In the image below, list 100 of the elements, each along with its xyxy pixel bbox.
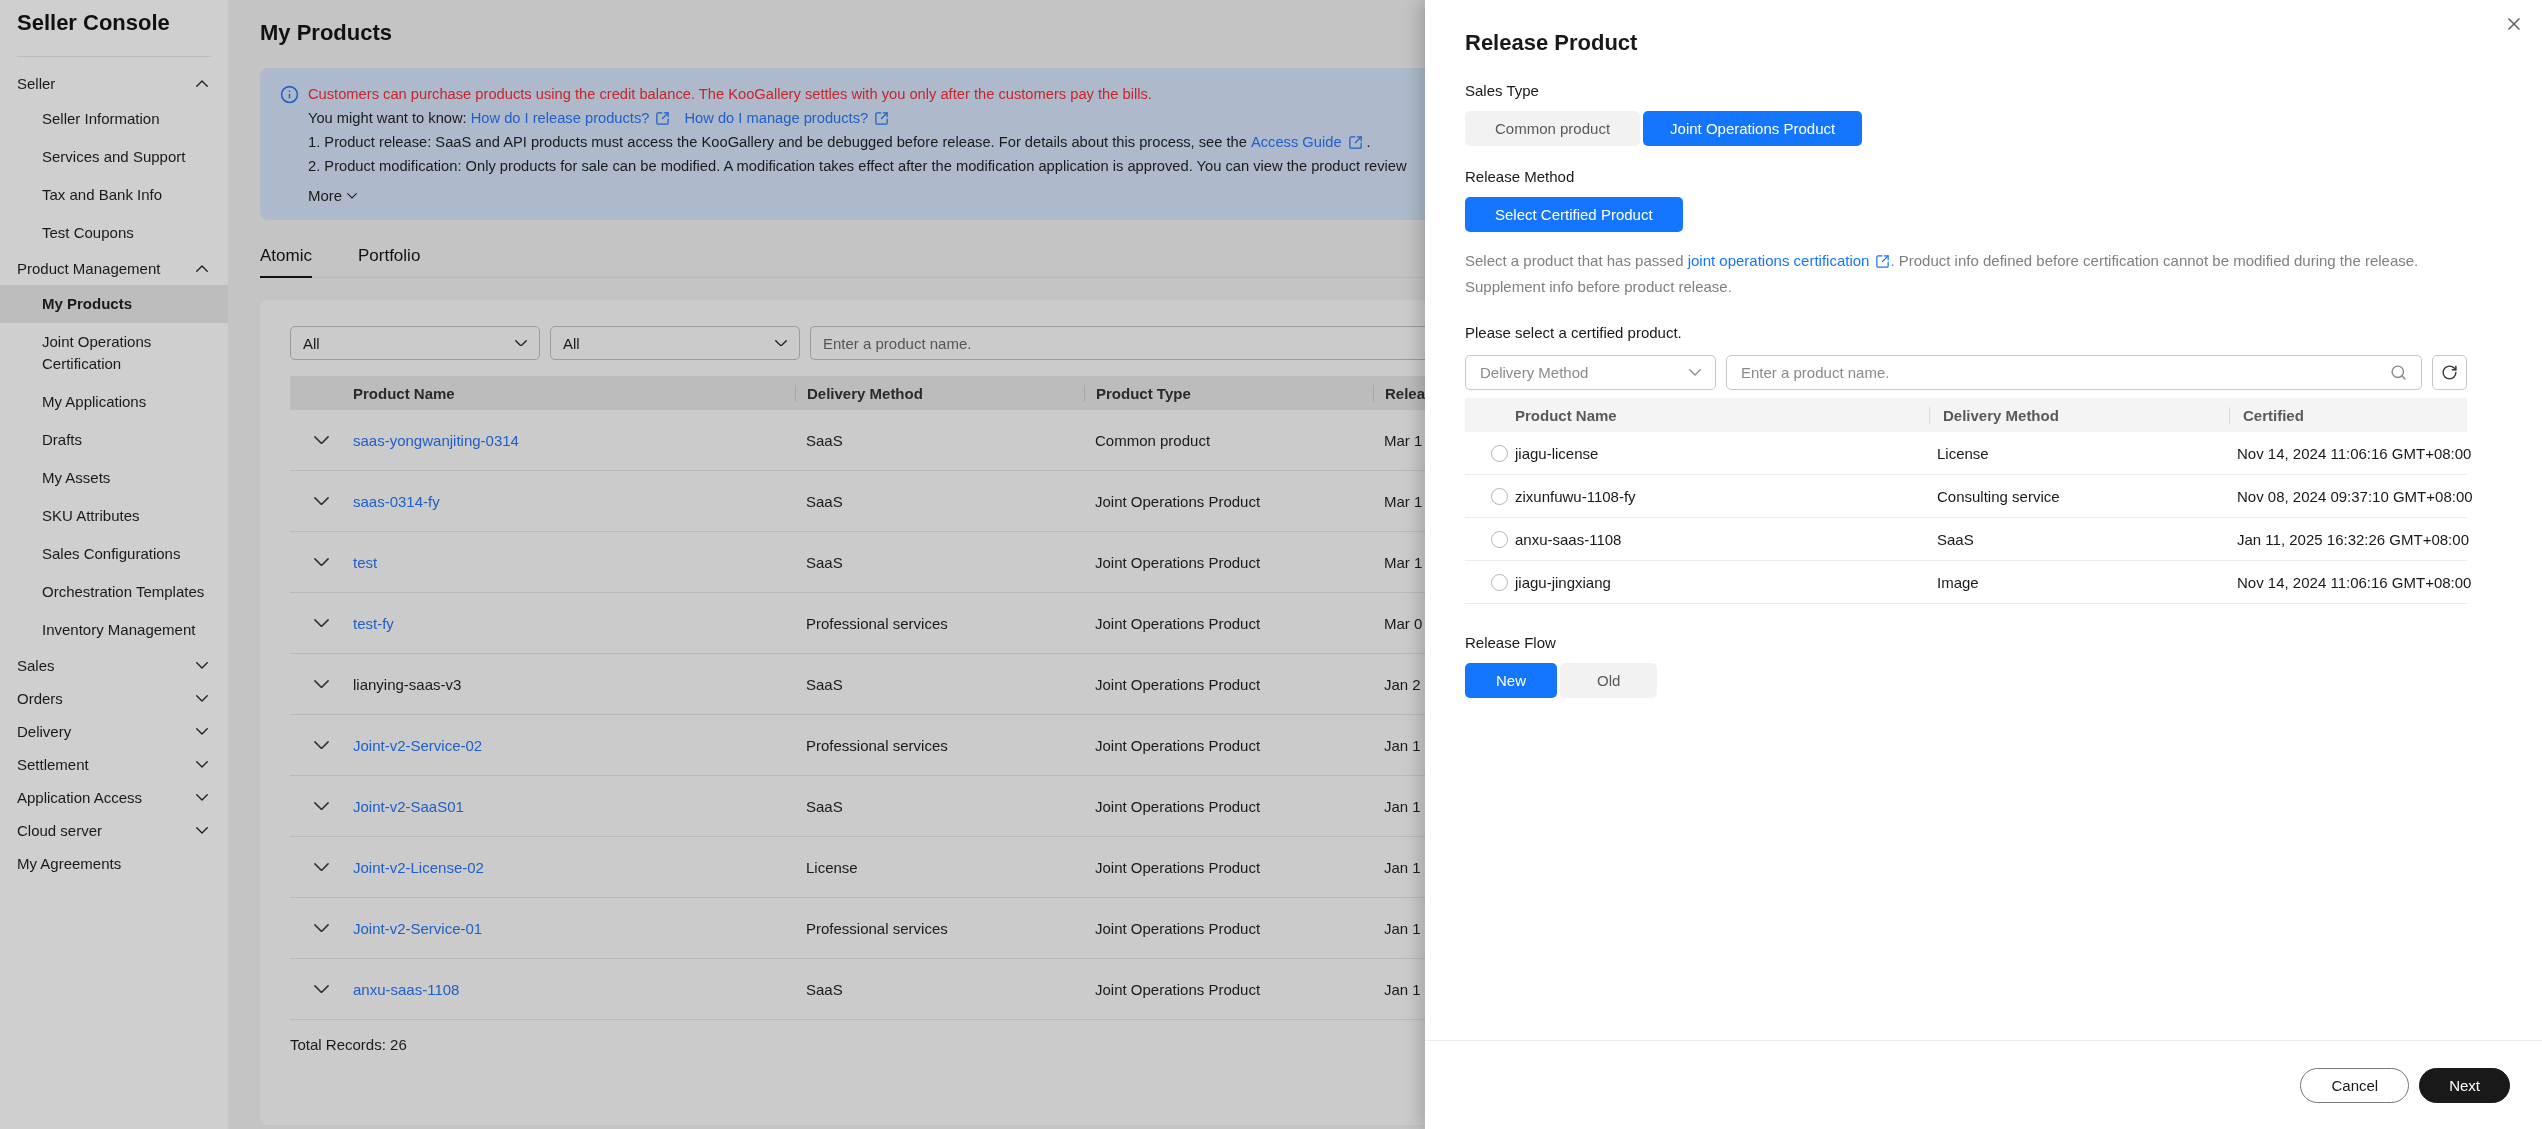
product-link[interactable]: Joint-v2-SaaS01	[353, 797, 795, 815]
table-cell-text: lianying-saas-v3	[353, 675, 463, 693]
more-button[interactable]: More	[308, 184, 358, 208]
column-header: Product Name	[1515, 406, 1618, 424]
radio-button[interactable]	[1490, 573, 1508, 591]
table-cell-text: Joint Operations Product	[1094, 797, 1262, 815]
sidebar-item[interactable]: Services and Support	[0, 138, 228, 176]
radio-button[interactable]	[1490, 444, 1508, 462]
table-cell-text: Consulting service	[1936, 487, 2061, 505]
notice-text: 2. Product modification: Only products for sale can be modified. A modification takes effect after the modification application is approved. You can view the product review	[308, 157, 1407, 176]
table-cell-text: Professional services	[805, 919, 949, 937]
product-link[interactable]: Joint-v2-Service-01	[353, 919, 795, 937]
external-link-icon	[1347, 134, 1363, 150]
sidebar-item[interactable]: Seller Information	[0, 100, 228, 138]
tab[interactable]: Atomic	[260, 240, 312, 278]
product-link[interactable]: Joint-v2-Service-02	[353, 736, 795, 754]
chevron-down-icon	[196, 695, 208, 702]
table-cell-text: Joint Operations Product	[1094, 675, 1262, 693]
sales-type-option[interactable]: Joint Operations Product	[1643, 111, 1863, 146]
sidebar-item[interactable]: SKU Attributes	[0, 497, 228, 535]
expand-icon[interactable]	[314, 862, 329, 872]
table-cell-text: Joint Operations Product	[1094, 614, 1262, 632]
sidebar-item[interactable]: My Applications	[0, 383, 228, 421]
sidebar-group[interactable]: Application Access	[0, 781, 228, 814]
chevron-up-icon	[196, 265, 208, 272]
product-link[interactable]: anxu-saas-1108	[353, 980, 795, 998]
release-flow-option[interactable]: New	[1465, 663, 1557, 698]
column-header: Certified	[2229, 406, 2467, 424]
table-cell-text: Joint Operations Product	[1094, 858, 1262, 876]
delivery-method-select[interactable]: Delivery Method	[1465, 355, 1716, 390]
table-cell-text: Professional services	[805, 736, 949, 754]
table-cell-text: SaaS	[805, 675, 844, 693]
product-link[interactable]: test	[353, 553, 795, 571]
expand-icon[interactable]	[314, 496, 329, 506]
search-field[interactable]: Enter a product name.	[810, 326, 1425, 360]
table-cell-text: Professional services	[805, 614, 949, 632]
table-cell-text: Nov 08, 2024 09:37:10 GMT+08:00	[2236, 487, 2473, 505]
sidebar-group[interactable]: Product Management	[0, 252, 228, 285]
expand-icon[interactable]	[314, 801, 329, 811]
expand-icon[interactable]	[314, 740, 329, 750]
expand-icon[interactable]	[314, 618, 329, 628]
select-certified-button[interactable]: Select Certified Product	[1465, 197, 1683, 232]
table-cell-text: Mar 0	[1383, 614, 1424, 632]
chevron-down-icon	[775, 339, 787, 347]
tab[interactable]: Portfolio	[357, 240, 421, 278]
filter-select[interactable]: All	[290, 326, 540, 360]
cancel-button[interactable]: Cancel	[2300, 1067, 2410, 1103]
sales-type-option[interactable]: Common product	[1465, 111, 1641, 146]
sidebar-item[interactable]: Tax and Bank Info	[0, 176, 228, 214]
sidebar-group[interactable]: Sales	[0, 649, 228, 682]
filter-select[interactable]: All	[550, 326, 800, 360]
table-cell-text: Jan 1	[1383, 919, 1422, 937]
column-header: Product Type	[1084, 384, 1373, 402]
sidebar-item[interactable]: Sales Configurations	[0, 535, 228, 573]
table-cell-text: Joint Operations Product	[1094, 492, 1262, 510]
sidebar-group[interactable]: Orders	[0, 682, 228, 715]
table-cell-text: Nov 14, 2024 11:06:16 GMT+08:00	[2236, 444, 2472, 462]
table-cell-text: SaaS	[1936, 530, 1975, 548]
expand-icon[interactable]	[314, 923, 329, 933]
expand-icon[interactable]	[314, 435, 329, 445]
sidebar-group[interactable]: Seller	[0, 67, 228, 100]
table-cell-text: Jan 1	[1383, 797, 1422, 815]
table-cell-text: SaaS	[805, 797, 844, 815]
sidebar-item[interactable]: My Agreements	[0, 847, 228, 880]
table-cell-text: Image	[1936, 573, 1980, 591]
external-link-icon	[1875, 253, 1891, 269]
release-flow-option[interactable]: Old	[1560, 663, 1658, 698]
table-cell-text: SaaS	[805, 553, 844, 571]
sidebar-item[interactable]: Orchestration Templates	[0, 573, 228, 611]
sidebar-item[interactable]: My Assets	[0, 459, 228, 497]
next-button[interactable]: Next	[2419, 1067, 2510, 1103]
certification-link[interactable]: joint operations certification	[1687, 248, 1891, 274]
product-link[interactable]: saas-yongwanjiting-0314	[353, 431, 795, 449]
field-label: Sales Type	[1465, 82, 1540, 99]
product-link[interactable]: saas-0314-fy	[353, 492, 795, 510]
sidebar-item[interactable]: My Products	[0, 285, 228, 323]
field-label: Release Method	[1465, 168, 1576, 185]
chevron-down-icon	[196, 827, 208, 834]
expand-icon[interactable]	[314, 679, 329, 689]
radio-button[interactable]	[1490, 530, 1508, 548]
expand-icon[interactable]	[314, 557, 329, 567]
notice-text: .	[1366, 133, 1371, 152]
chevron-down-icon	[196, 728, 208, 735]
sidebar-item[interactable]: Joint Operations Certification	[0, 323, 228, 383]
sidebar-item[interactable]: Test Coupons	[0, 214, 228, 252]
expand-icon[interactable]	[314, 984, 329, 994]
sidebar-item[interactable]: Drafts	[0, 421, 228, 459]
sidebar-group[interactable]: Delivery	[0, 715, 228, 748]
table-cell-text: anxu-saas-1108	[1515, 530, 1623, 548]
table-cell-text: Jan 1	[1383, 736, 1422, 754]
product-link[interactable]: Joint-v2-License-02	[353, 858, 795, 876]
radio-button[interactable]	[1490, 487, 1508, 505]
sidebar-group[interactable]: Settlement	[0, 748, 228, 781]
sidebar-item[interactable]: Inventory Management	[0, 611, 228, 649]
refresh-button[interactable]	[2432, 355, 2467, 390]
product-link[interactable]: test-fy	[353, 614, 795, 632]
sidebar-group[interactable]: Cloud server	[0, 814, 228, 847]
table-cell-text: Mar 1	[1383, 492, 1424, 510]
table-cell-text: Joint Operations Product	[1094, 919, 1262, 937]
chevron-down-icon	[196, 761, 208, 768]
